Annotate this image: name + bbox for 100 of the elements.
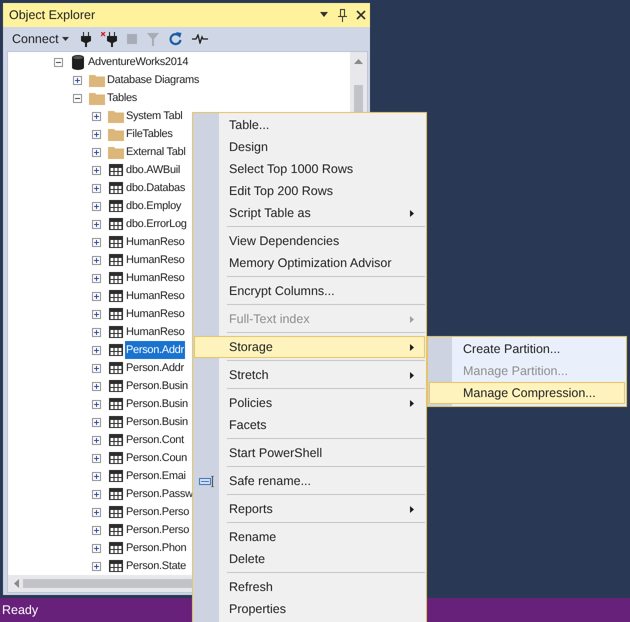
expand-icon[interactable]: [92, 310, 101, 318]
tree-item[interactable]: Person.Addr: [125, 359, 185, 377]
expand-icon[interactable]: [92, 256, 101, 264]
folder-icon: [89, 92, 105, 104]
tree-item[interactable]: HumanReso: [125, 305, 186, 323]
tree-item[interactable]: dbo.Employ: [125, 197, 182, 215]
tree-item[interactable]: dbo.AWBuil: [125, 161, 182, 179]
menu-item[interactable]: Refresh: [194, 576, 425, 598]
expand-icon[interactable]: [92, 202, 101, 210]
tree-item[interactable]: Person.Coun: [125, 449, 188, 467]
tree-item[interactable]: HumanReso: [125, 251, 186, 269]
activity-wave-icon[interactable]: [192, 34, 208, 44]
tree-item[interactable]: FileTables: [125, 125, 174, 143]
menu-item[interactable]: Facets: [194, 414, 425, 436]
expand-icon[interactable]: [92, 148, 101, 156]
expand-icon[interactable]: [92, 274, 101, 282]
close-icon[interactable]: [356, 10, 366, 20]
menu-item[interactable]: Reports: [194, 498, 425, 520]
scroll-left-icon[interactable]: [14, 579, 19, 588]
menu-item[interactable]: Stretch: [194, 364, 425, 386]
plug-icon[interactable]: [80, 32, 91, 46]
tree-item[interactable]: Person.Busin: [125, 413, 189, 431]
scroll-up-icon[interactable]: [354, 59, 363, 64]
expand-icon[interactable]: [92, 166, 101, 174]
tree-item[interactable]: Person.Busin: [125, 395, 189, 413]
tree-item[interactable]: HumanReso: [125, 323, 186, 341]
menu-item[interactable]: Delete: [194, 548, 425, 570]
expand-icon[interactable]: [92, 418, 101, 426]
tree-item[interactable]: Person.Perso: [125, 521, 190, 539]
tree-item[interactable]: Database Diagrams: [106, 71, 200, 89]
expand-icon[interactable]: [92, 400, 101, 408]
tree-item[interactable]: Person.Busin: [125, 377, 189, 395]
menu-item[interactable]: Rename: [194, 526, 425, 548]
refresh-icon[interactable]: [168, 32, 182, 46]
expand-icon[interactable]: [92, 490, 101, 498]
tree-item[interactable]: dbo.Databas: [125, 179, 186, 197]
tree-item[interactable]: External Tabl: [125, 143, 186, 161]
menu-item[interactable]: Properties: [194, 598, 425, 620]
table-icon: [108, 506, 124, 518]
collapse-icon[interactable]: [73, 94, 82, 102]
menu-item[interactable]: Encrypt Columns...: [194, 280, 425, 302]
tree-item[interactable]: Person.Cont: [125, 431, 185, 449]
scrollbar-thumb[interactable]: [354, 85, 363, 113]
tree-item[interactable]: Person.State: [125, 557, 187, 575]
expand-icon[interactable]: [92, 184, 101, 192]
expand-icon[interactable]: [92, 112, 101, 120]
expand-icon[interactable]: [92, 544, 101, 552]
tree-item[interactable]: System Tabl: [125, 107, 184, 125]
menu-item[interactable]: Start PowerShell: [194, 442, 425, 464]
menu-item[interactable]: View Dependencies: [194, 230, 425, 252]
expand-icon[interactable]: [92, 292, 101, 300]
expand-icon[interactable]: [92, 364, 101, 372]
menu-item[interactable]: Storage: [194, 336, 425, 358]
table-icon: [108, 164, 124, 176]
tree-item[interactable]: Tables: [106, 89, 138, 107]
expand-icon[interactable]: [92, 238, 101, 246]
expand-icon[interactable]: [92, 382, 101, 390]
tree-item[interactable]: HumanReso: [125, 287, 186, 305]
expand-icon[interactable]: [73, 76, 82, 84]
menu-item[interactable]: Policies: [194, 392, 425, 414]
menu-item[interactable]: Create Partition...: [429, 338, 625, 360]
disconnect-plug-icon[interactable]: [100, 32, 117, 46]
pin-icon[interactable]: [338, 8, 347, 22]
connect-button[interactable]: Connect: [12, 30, 69, 48]
expand-icon[interactable]: [92, 436, 101, 444]
database-icon: [70, 54, 86, 70]
tree-item[interactable]: HumanReso: [125, 269, 186, 287]
menu-item[interactable]: Safe rename...: [194, 470, 425, 492]
tree-item[interactable]: HumanReso: [125, 233, 186, 251]
expand-icon[interactable]: [92, 472, 101, 480]
expand-icon[interactable]: [92, 562, 101, 570]
expand-icon[interactable]: [92, 130, 101, 138]
tree-item[interactable]: Person.Passw: [125, 485, 194, 503]
table-icon: [108, 362, 124, 374]
menu-item[interactable]: Select Top 1000 Rows: [194, 158, 425, 180]
menu-item[interactable]: Memory Optimization Advisor: [194, 252, 425, 274]
tree-item[interactable]: Person.Addr: [125, 341, 185, 359]
dropdown-icon[interactable]: [319, 12, 329, 18]
tree-item[interactable]: AdventureWorks2014: [87, 53, 190, 71]
menu-item[interactable]: Design: [194, 136, 425, 158]
expand-icon[interactable]: [92, 454, 101, 462]
menu-item[interactable]: Edit Top 200 Rows: [194, 180, 425, 202]
expand-icon[interactable]: [92, 328, 101, 336]
tree-item[interactable]: Person.Perso: [125, 503, 190, 521]
expand-icon[interactable]: [92, 220, 101, 228]
menu-item[interactable]: Script Table as: [194, 202, 425, 224]
expand-icon[interactable]: [92, 346, 101, 354]
table-icon: [108, 218, 124, 230]
submenu-arrow-icon: [410, 344, 414, 351]
tree-item[interactable]: dbo.ErrorLog: [125, 215, 188, 233]
tree-item[interactable]: Person.Emai: [125, 467, 187, 485]
table-icon: [108, 200, 124, 212]
menu-item[interactable]: Manage Compression...: [429, 382, 625, 404]
menu-item[interactable]: Table...: [194, 114, 425, 136]
tree-item[interactable]: Person.Phon: [125, 539, 188, 557]
expand-icon[interactable]: [92, 508, 101, 516]
submenu-arrow-icon: [410, 316, 414, 323]
collapse-icon[interactable]: [54, 58, 63, 66]
table-icon: [108, 308, 124, 320]
expand-icon[interactable]: [92, 526, 101, 534]
